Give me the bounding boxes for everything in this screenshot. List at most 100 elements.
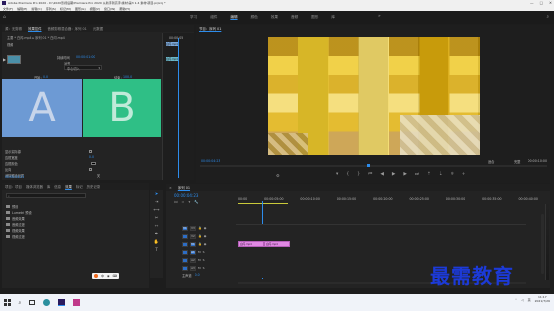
step-back-icon[interactable]: ◀: [380, 172, 384, 178]
windows-start-icon[interactable]: [4, 299, 11, 306]
program-timecode[interactable]: 00:00:04:23: [201, 159, 220, 163]
menu-edit[interactable]: 编辑(E): [17, 7, 27, 11]
razor-tool-icon[interactable]: ✂: [155, 216, 159, 221]
track-label-a1[interactable]: A1: [190, 249, 196, 255]
tab-source[interactable]: 源：无剪辑: [5, 26, 22, 31]
lift-icon[interactable]: ⇡: [427, 172, 431, 178]
hand-tool-icon[interactable]: ✋: [154, 240, 159, 245]
track-target-a3[interactable]: [182, 265, 188, 271]
effect-controls-timecode[interactable]: 00:00:04:23: [5, 175, 24, 179]
program-playhead[interactable]: [367, 164, 370, 167]
app-taskbar-icon[interactable]: [73, 299, 81, 306]
effects-search-input[interactable]: ⌕: [6, 193, 86, 198]
camera-icon[interactable]: ⌾: [451, 172, 454, 178]
folder-lumetri[interactable]: Lumetri 预设: [12, 210, 32, 215]
track-label-v2[interactable]: V2: [190, 233, 196, 239]
workspace-libraries[interactable]: 库: [331, 15, 335, 20]
checkbox-show-actual[interactable]: [89, 149, 92, 153]
in-point-icon[interactable]: {: [346, 172, 349, 178]
pen-tool-icon[interactable]: ✒: [155, 232, 159, 237]
folder-video-effects[interactable]: 视频效果: [12, 228, 25, 233]
track-label-a2[interactable]: A2: [190, 257, 196, 263]
mute-icon[interactable]: M: [198, 266, 201, 270]
eye-icon[interactable]: ◉: [204, 242, 207, 246]
close-icon[interactable]: ×: [169, 186, 172, 190]
play-button[interactable]: ▶: [392, 172, 396, 178]
border-color-swatch[interactable]: [91, 161, 96, 165]
search-icon[interactable]: ⌕: [19, 300, 22, 306]
track-target-a2[interactable]: [182, 257, 188, 263]
track-target-v3[interactable]: V1: [182, 225, 188, 231]
step-forward-icon[interactable]: ▶: [403, 172, 407, 178]
search-icon[interactable]: ⌕: [546, 14, 549, 20]
ripple-edit-tool-icon[interactable]: ⟷: [153, 208, 159, 213]
master-track-value[interactable]: 0.0: [195, 273, 200, 277]
tab-libraries[interactable]: 库: [47, 184, 50, 189]
checkbox-reverse[interactable]: [89, 167, 92, 171]
track-label-a3[interactable]: A3: [190, 265, 196, 271]
workspace-color[interactable]: 颜色: [251, 15, 258, 20]
tab-project[interactable]: 项目：项目: [5, 184, 22, 189]
menu-clip[interactable]: 剪辑(C): [31, 7, 41, 11]
solo-icon[interactable]: S: [203, 258, 205, 262]
track-label-v1[interactable]: V1: [190, 241, 196, 247]
track-select-tool-icon[interactable]: ⇥: [155, 200, 159, 205]
volume-icon[interactable]: ◁: [521, 298, 523, 302]
tab-effect-controls[interactable]: 效果控件: [28, 26, 42, 31]
workspace-learn[interactable]: 学习: [190, 15, 197, 20]
eye-icon[interactable]: ◉: [204, 226, 207, 230]
program-scrub-bar[interactable]: [200, 165, 547, 167]
timeline-title[interactable]: 序列 01: [178, 185, 190, 190]
program-monitor-title[interactable]: 节目：序列 01: [199, 26, 221, 31]
workspace-effects[interactable]: 效果: [271, 15, 278, 20]
lock-icon[interactable]: 🔒: [198, 226, 202, 230]
workspace-editing[interactable]: 编辑: [230, 15, 237, 20]
work-area-bar[interactable]: [238, 203, 288, 204]
antialias-value[interactable]: 关: [97, 173, 100, 178]
tab-metadata[interactable]: 元数据: [93, 26, 103, 31]
menu-sequence[interactable]: 序列(S): [46, 7, 56, 11]
marker-icon[interactable]: ▾: [336, 172, 338, 178]
selection-tool-icon[interactable]: ➤: [155, 192, 159, 197]
folder-audio-effects[interactable]: 音频效果: [12, 216, 25, 221]
tab-media-browser[interactable]: 媒体浏览器: [26, 184, 43, 189]
workspace-audio[interactable]: 音频: [291, 15, 298, 20]
fit-select[interactable]: 适合: [488, 159, 494, 164]
settings-wrench-icon[interactable]: ⚙: [276, 173, 280, 178]
slip-tool-icon[interactable]: ⇿: [155, 224, 159, 229]
tab-audio-mixer[interactable]: 音频剪辑混合器：序列 01: [48, 26, 87, 31]
folder-presets[interactable]: 预设: [12, 204, 18, 209]
maximize-button[interactable]: □: [540, 1, 543, 5]
ime-toolbar[interactable]: 中 ◉ ⌨: [92, 273, 119, 279]
folder-video-transitions[interactable]: 视频过渡: [12, 234, 25, 239]
play-icon[interactable]: ▶: [3, 57, 6, 62]
duration-value[interactable]: 00:00:01:00: [76, 55, 95, 59]
button-editor-icon[interactable]: +: [462, 172, 466, 178]
menu-marker[interactable]: 标记(M): [60, 7, 71, 11]
mute-icon[interactable]: M: [198, 258, 201, 262]
track-target-v1[interactable]: [182, 241, 188, 247]
type-tool-icon[interactable]: T: [155, 248, 158, 253]
taskbar-date[interactable]: 2021/7/26: [535, 299, 550, 304]
alignment-select[interactable]: 中心切入 ▾: [64, 65, 102, 71]
menu-file[interactable]: 文件(F): [3, 7, 13, 11]
out-point-icon[interactable]: }: [357, 172, 360, 178]
lock-icon[interactable]: 🔒: [198, 234, 202, 238]
go-to-in-icon[interactable]: ⏮: [368, 172, 372, 178]
workspace-assembly[interactable]: 组件: [210, 15, 217, 20]
ime-indicator[interactable]: 英: [528, 298, 531, 302]
track-target-v2[interactable]: [182, 233, 188, 239]
add-marker-icon[interactable]: ▾: [188, 200, 190, 204]
lock-icon[interactable]: 🔒: [198, 242, 202, 246]
menu-help[interactable]: 帮助(H): [119, 7, 130, 11]
track-label-v3[interactable]: V3: [190, 225, 196, 231]
solo-icon[interactable]: S: [203, 250, 205, 254]
workspace-graphics[interactable]: 图形: [311, 15, 318, 20]
go-to-out-icon[interactable]: ⏭: [415, 172, 419, 178]
tab-history[interactable]: 历史记录: [87, 184, 101, 189]
extract-icon[interactable]: ⇣: [439, 172, 443, 178]
edge-browser-icon[interactable]: [43, 299, 51, 306]
tab-info[interactable]: 信息: [54, 184, 61, 189]
minimize-button[interactable]: —: [530, 1, 534, 5]
quality-select[interactable]: 完整: [514, 159, 520, 164]
